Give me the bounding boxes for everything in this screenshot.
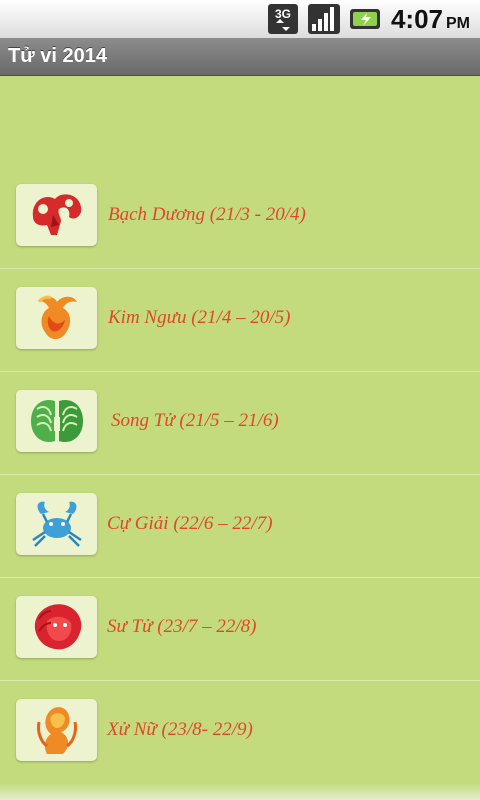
zodiac-row-virgo[interactable]: Xử Nữ (23/8- 22/9) xyxy=(0,681,480,784)
status-clock: 4:07 PM xyxy=(391,4,470,35)
zodiac-label: Song Tử (21/5 – 21/6) xyxy=(111,410,279,431)
leo-icon xyxy=(16,596,97,658)
aries-icon xyxy=(16,184,97,246)
zodiac-row-cancer[interactable]: Cự Giải (22/6 – 22/7) xyxy=(0,475,480,578)
zodiac-label: Xử Nữ (23/8- 22/9) xyxy=(107,719,253,740)
network-type-label: 3G xyxy=(275,7,291,21)
status-bar: 3G 4:07 PM xyxy=(0,0,480,38)
app-title: Tử vi 2014 xyxy=(8,45,107,67)
zodiac-label: Bạch Dương (21/3 - 20/4) xyxy=(108,204,306,225)
app-title-bar: Tử vi 2014 xyxy=(0,38,480,76)
list-bottom-fade xyxy=(0,783,480,800)
taurus-icon xyxy=(16,287,97,349)
clock-ampm: PM xyxy=(446,14,470,32)
battery-charging-icon xyxy=(349,4,383,34)
zodiac-label: Sư Tử (23/7 – 22/8) xyxy=(107,616,257,637)
zodiac-row-leo[interactable]: Sư Tử (23/7 – 22/8) xyxy=(0,578,480,681)
virgo-icon xyxy=(16,699,97,761)
zodiac-row-aries[interactable]: Bạch Dương (21/3 - 20/4) xyxy=(0,166,480,269)
zodiac-row-taurus[interactable]: Kim Ngưu (21/4 – 20/5) xyxy=(0,269,480,372)
zodiac-label: Cự Giải (22/6 – 22/7) xyxy=(107,513,273,534)
cancer-icon xyxy=(16,493,97,555)
zodiac-row-gemini[interactable]: Song Tử (21/5 – 21/6) xyxy=(0,372,480,475)
zodiac-label: Kim Ngưu (21/4 – 20/5) xyxy=(108,307,291,328)
zodiac-list: Bạch Dương (21/3 - 20/4) Kim Ngưu (21/4 … xyxy=(0,166,480,800)
3g-data-icon: 3G xyxy=(267,4,299,34)
gemini-icon xyxy=(16,390,97,452)
clock-time: 4:07 xyxy=(390,3,443,34)
signal-bars-icon xyxy=(307,4,341,34)
